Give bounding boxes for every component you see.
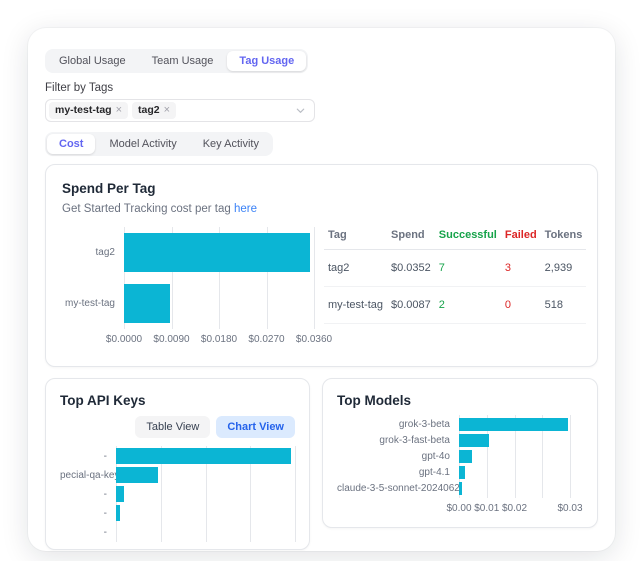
bar [116,448,291,464]
tab-model-activity[interactable]: Model Activity [97,134,188,154]
tag-chip: my-test-tag × [49,102,128,119]
category-label: - [60,489,116,500]
category-label: pecial-qa-key [60,470,116,481]
cell-successful: 7 [435,250,501,287]
bar [459,434,489,447]
remove-tag-icon[interactable]: × [164,104,170,117]
chart-row: - [60,448,295,464]
axis-tick-label: $0.0000 [106,334,142,345]
chart-row: - [60,505,295,521]
spend-card-subtitle: Get Started Tracking cost per tag here [62,203,581,215]
tag-filter-select[interactable]: my-test-tag × tag2 × [45,99,315,122]
bar [459,482,462,495]
tag-chip-label: tag2 [138,104,160,117]
chart-row: tag2 [62,233,314,272]
view-toggle: Table View Chart View [60,416,295,438]
bar [116,505,120,521]
chevron-down-icon[interactable] [295,105,306,116]
cell-tokens: 518 [541,287,587,324]
axis-tick-label: $0.00 [446,503,471,514]
filter-by-tags-label: Filter by Tags [45,82,598,94]
api-keys-card-title: Top API Keys [60,393,295,408]
subtitle-text: Get Started Tracking cost per tag [62,203,234,215]
tab-key-activity[interactable]: Key Activity [191,134,271,154]
tab-tag-usage[interactable]: Tag Usage [227,51,306,71]
category-label: - [60,527,116,538]
category-label: claude-3-5-sonnet-20240620 [337,483,459,494]
category-label: grok-3-fast-beta [337,435,459,446]
axis-tick-label: $0.03 [557,503,582,514]
spend-per-tag-chart: tag2 my-test-tag $0.0000 $0.0090 $0.0180 $0.0… [62,227,314,347]
x-axis-labels: $0.0000$0.0090$0.0180$0.0270$0.0360 [124,334,314,347]
top-api-keys-card: Top API Keys Table View Chart View - peci… [45,378,310,550]
remove-tag-icon[interactable]: × [116,104,122,117]
chart-row: claude-3-5-sonnet-20240620 [337,482,583,495]
chart-row: gpt-4.1 [337,466,583,479]
col-header-failed: Failed [501,221,541,250]
tag-spend-table: Tag Spend Successful Failed Tokens tag2 … [324,221,586,324]
tag-chip-label: my-test-tag [55,104,112,117]
col-header-tag: Tag [324,221,387,250]
category-label: grok-3-beta [337,419,459,430]
dashboard-panel: Global Usage Team Usage Tag Usage Filter… [28,28,615,551]
chart-row: pecial-qa-key [60,467,295,483]
axis-tick-label: $0.02 [502,503,527,514]
spend-per-tag-card: Spend Per Tag Get Started Tracking cost … [45,164,598,367]
cell-tag: tag2 [324,250,387,287]
chart-row: - [60,524,295,540]
bar [116,486,124,502]
axis-tick-label: $0.0090 [153,334,189,345]
table-row: my-test-tag $0.0087 2 0 518 [324,287,586,324]
models-card-title: Top Models [337,393,583,408]
table-row: tag2 $0.0352 7 3 2,939 [324,250,586,287]
tab-global-usage[interactable]: Global Usage [47,51,138,71]
cell-successful: 2 [435,287,501,324]
cell-failed: 0 [501,287,541,324]
axis-tick-label: $0.0270 [248,334,284,345]
chart-row: gpt-4o [337,450,583,463]
chart-row: my-test-tag [62,284,314,323]
axis-tick-label: $0.0180 [201,334,237,345]
get-started-link[interactable]: here [234,203,257,215]
chart-row: grok-3-beta [337,418,583,431]
top-api-keys-chart: - pecial-qa-key - - - [60,446,295,542]
tag-chip: tag2 × [132,102,176,119]
category-label: - [60,508,116,519]
tab-cost[interactable]: Cost [47,134,95,154]
bar [459,418,568,431]
chart-view-button[interactable]: Chart View [216,416,295,438]
col-header-tokens: Tokens [541,221,587,250]
category-label: - [60,451,116,462]
bottom-cards-row: Top API Keys Table View Chart View - peci… [45,378,598,550]
cost-tab-bar: Cost Model Activity Key Activity [45,132,273,156]
category-label: gpt-4o [337,451,459,462]
tab-team-usage[interactable]: Team Usage [140,51,226,71]
bar [116,467,158,483]
top-models-card: Top Models grok-3-beta grok-3-fast-beta gp… [322,378,598,528]
table-view-button[interactable]: Table View [135,416,210,438]
bar [124,233,310,272]
cell-failed: 3 [501,250,541,287]
cell-tag: my-test-tag [324,287,387,324]
top-models-chart: grok-3-beta grok-3-fast-beta gpt-4o gpt-4.1… [337,415,583,516]
category-label: gpt-4.1 [337,467,459,478]
category-label: tag2 [62,247,124,258]
col-header-successful: Successful [435,221,501,250]
axis-tick-label: $0.01 [474,503,499,514]
bar [459,466,465,479]
bar [459,450,472,463]
col-header-spend: Spend [387,221,435,250]
spend-card-title: Spend Per Tag [62,181,581,196]
category-label: my-test-tag [62,298,124,309]
cell-spend: $0.0352 [387,250,435,287]
cell-spend: $0.0087 [387,287,435,324]
chart-row: - [60,486,295,502]
usage-tab-bar: Global Usage Team Usage Tag Usage [45,49,308,73]
cell-tokens: 2,939 [541,250,587,287]
axis-tick-label: $0.0360 [296,334,332,345]
bar [124,284,170,323]
x-axis-labels: $0.00$0.01$0.02$0.03 [459,503,570,516]
chart-row: grok-3-fast-beta [337,434,583,447]
table-header-row: Tag Spend Successful Failed Tokens [324,221,586,250]
